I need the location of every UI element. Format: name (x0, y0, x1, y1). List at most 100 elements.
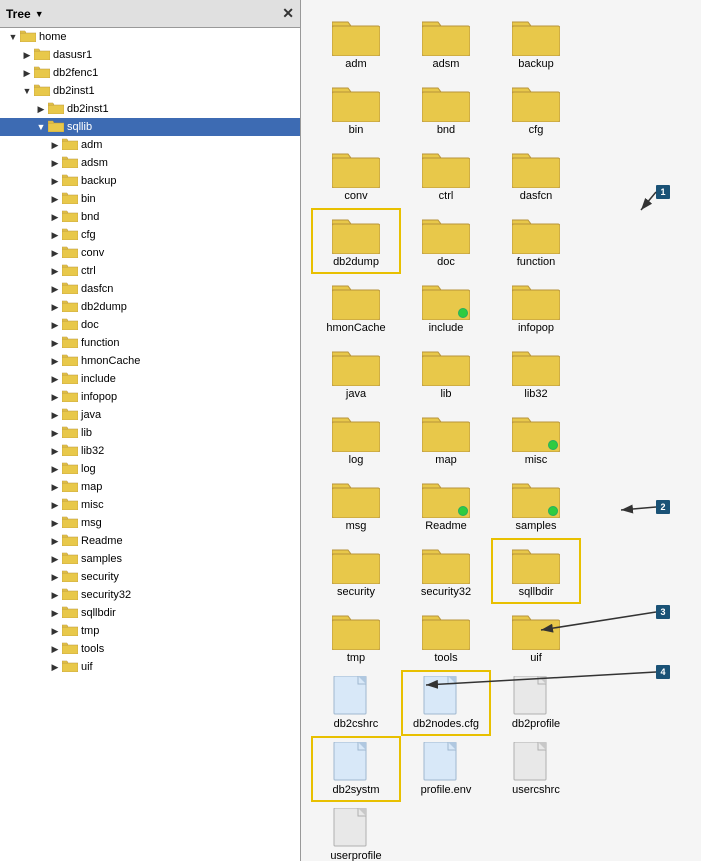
tree-expand-db2fenc1[interactable]: ▶ (20, 66, 34, 80)
tree-expand-include[interactable]: ▶ (48, 372, 62, 386)
grid-item-adsm[interactable]: adsm (401, 10, 491, 76)
grid-item-tmp[interactable]: tmp (311, 604, 401, 670)
tree-item-adm[interactable]: ▶ adm (0, 136, 300, 154)
tree-item-security[interactable]: ▶ security (0, 568, 300, 586)
tree-item-security32[interactable]: ▶ security32 (0, 586, 300, 604)
tree-item-db2inst1-top[interactable]: ▼ db2inst1 (0, 82, 300, 100)
tree-close-button[interactable]: ✕ (282, 5, 294, 22)
tree-item-lib[interactable]: ▶ lib (0, 424, 300, 442)
tree-expand-uif[interactable]: ▶ (48, 660, 62, 674)
grid-item-adm[interactable]: adm (311, 10, 401, 76)
grid-item-profile-env[interactable]: profile.env (401, 736, 491, 802)
tree-expand-hmonCache[interactable]: ▶ (48, 354, 62, 368)
tree-expand-security32[interactable]: ▶ (48, 588, 62, 602)
grid-item-bin[interactable]: bin (311, 76, 401, 142)
grid-item-security32[interactable]: security32 (401, 538, 491, 604)
tree-expand-tmp[interactable]: ▶ (48, 624, 62, 638)
tree-item-include[interactable]: ▶ include (0, 370, 300, 388)
grid-item-java[interactable]: java (311, 340, 401, 406)
tree-dropdown-icon[interactable]: ▼ (35, 9, 44, 19)
tree-expand-log[interactable]: ▶ (48, 462, 62, 476)
tree-expand-conv[interactable]: ▶ (48, 246, 62, 260)
grid-item-uif[interactable]: uif (491, 604, 581, 670)
tree-expand-tools[interactable]: ▶ (48, 642, 62, 656)
tree-item-db2dump[interactable]: ▶ db2dump (0, 298, 300, 316)
tree-item-bin[interactable]: ▶ bin (0, 190, 300, 208)
tree-item-bnd[interactable]: ▶ bnd (0, 208, 300, 226)
grid-item-usercshrc[interactable]: usercshrc (491, 736, 581, 802)
tree-item-msg[interactable]: ▶ msg (0, 514, 300, 532)
tree-expand-lib32[interactable]: ▶ (48, 444, 62, 458)
grid-item-samples[interactable]: samples (491, 472, 581, 538)
tree-item-tools[interactable]: ▶ tools (0, 640, 300, 658)
tree-expand-doc[interactable]: ▶ (48, 318, 62, 332)
tree-item-sqllib[interactable]: ▼ sqllib (0, 118, 300, 136)
tree-expand-lib[interactable]: ▶ (48, 426, 62, 440)
right-panel[interactable]: 1 2 3 4 (301, 0, 701, 861)
grid-item-ctrl[interactable]: ctrl (401, 142, 491, 208)
tree-body[interactable]: ▼ home ▶ dasusr1 ▶ (0, 28, 300, 861)
grid-item-misc[interactable]: misc (491, 406, 581, 472)
tree-expand-db2inst1-sub[interactable]: ▶ (34, 102, 48, 116)
tree-expand-bin[interactable]: ▶ (48, 192, 62, 206)
grid-item-map[interactable]: map (401, 406, 491, 472)
grid-item-infopop[interactable]: infopop (491, 274, 581, 340)
tree-expand-adsm[interactable]: ▶ (48, 156, 62, 170)
grid-item-dasfcn[interactable]: dasfcn (491, 142, 581, 208)
grid-item-cfg[interactable]: cfg (491, 76, 581, 142)
grid-item-doc[interactable]: doc (401, 208, 491, 274)
tree-expand-msg[interactable]: ▶ (48, 516, 62, 530)
tree-expand-java[interactable]: ▶ (48, 408, 62, 422)
grid-item-backup[interactable]: backup (491, 10, 581, 76)
tree-item-infopop[interactable]: ▶ infopop (0, 388, 300, 406)
tree-item-doc[interactable]: ▶ doc (0, 316, 300, 334)
tree-expand-security[interactable]: ▶ (48, 570, 62, 584)
grid-item-security[interactable]: security (311, 538, 401, 604)
grid-item-db2systm[interactable]: db2systm (311, 736, 401, 802)
tree-item-misc[interactable]: ▶ misc (0, 496, 300, 514)
grid-item-lib[interactable]: lib (401, 340, 491, 406)
tree-item-backup[interactable]: ▶ backup (0, 172, 300, 190)
tree-item-samples[interactable]: ▶ samples (0, 550, 300, 568)
grid-item-msg[interactable]: msg (311, 472, 401, 538)
tree-expand-bnd[interactable]: ▶ (48, 210, 62, 224)
tree-item-db2fenc1[interactable]: ▶ db2fenc1 (0, 64, 300, 82)
tree-item-function[interactable]: ▶ function (0, 334, 300, 352)
tree-expand-sqllib[interactable]: ▼ (34, 120, 48, 134)
tree-expand-misc[interactable]: ▶ (48, 498, 62, 512)
tree-expand-home[interactable]: ▼ (6, 30, 20, 44)
grid-item-Readme[interactable]: Readme (401, 472, 491, 538)
tree-item-tmp[interactable]: ▶ tmp (0, 622, 300, 640)
tree-item-uif[interactable]: ▶ uif (0, 658, 300, 676)
tree-item-dasusr1[interactable]: ▶ dasusr1 (0, 46, 300, 64)
grid-item-lib32[interactable]: lib32 (491, 340, 581, 406)
tree-expand-dasusr1[interactable]: ▶ (20, 48, 34, 62)
tree-item-adsm[interactable]: ▶ adsm (0, 154, 300, 172)
grid-item-userprofile[interactable]: userprofile (311, 802, 401, 861)
tree-item-lib32[interactable]: ▶ lib32 (0, 442, 300, 460)
tree-item-dasfcn[interactable]: ▶ dasfcn (0, 280, 300, 298)
tree-expand-function[interactable]: ▶ (48, 336, 62, 350)
tree-expand-sqllbdir[interactable]: ▶ (48, 606, 62, 620)
tree-expand-infopop[interactable]: ▶ (48, 390, 62, 404)
tree-item-sqllbdir[interactable]: ▶ sqllbdir (0, 604, 300, 622)
grid-item-tools[interactable]: tools (401, 604, 491, 670)
tree-expand-backup[interactable]: ▶ (48, 174, 62, 188)
tree-expand-map[interactable]: ▶ (48, 480, 62, 494)
tree-expand-db2inst1-top[interactable]: ▼ (20, 84, 34, 98)
tree-item-cfg[interactable]: ▶ cfg (0, 226, 300, 244)
tree-item-log[interactable]: ▶ log (0, 460, 300, 478)
tree-expand-ctrl[interactable]: ▶ (48, 264, 62, 278)
tree-item-java[interactable]: ▶ java (0, 406, 300, 424)
tree-expand-dasfcn[interactable]: ▶ (48, 282, 62, 296)
tree-item-db2inst1-sub[interactable]: ▶ db2inst1 (0, 100, 300, 118)
grid-item-include[interactable]: include (401, 274, 491, 340)
tree-item-ctrl[interactable]: ▶ ctrl (0, 262, 300, 280)
tree-expand-Readme[interactable]: ▶ (48, 534, 62, 548)
tree-expand-cfg[interactable]: ▶ (48, 228, 62, 242)
grid-item-bnd[interactable]: bnd (401, 76, 491, 142)
grid-item-log[interactable]: log (311, 406, 401, 472)
tree-expand-adm[interactable]: ▶ (48, 138, 62, 152)
tree-item-Readme[interactable]: ▶ Readme (0, 532, 300, 550)
tree-expand-samples[interactable]: ▶ (48, 552, 62, 566)
